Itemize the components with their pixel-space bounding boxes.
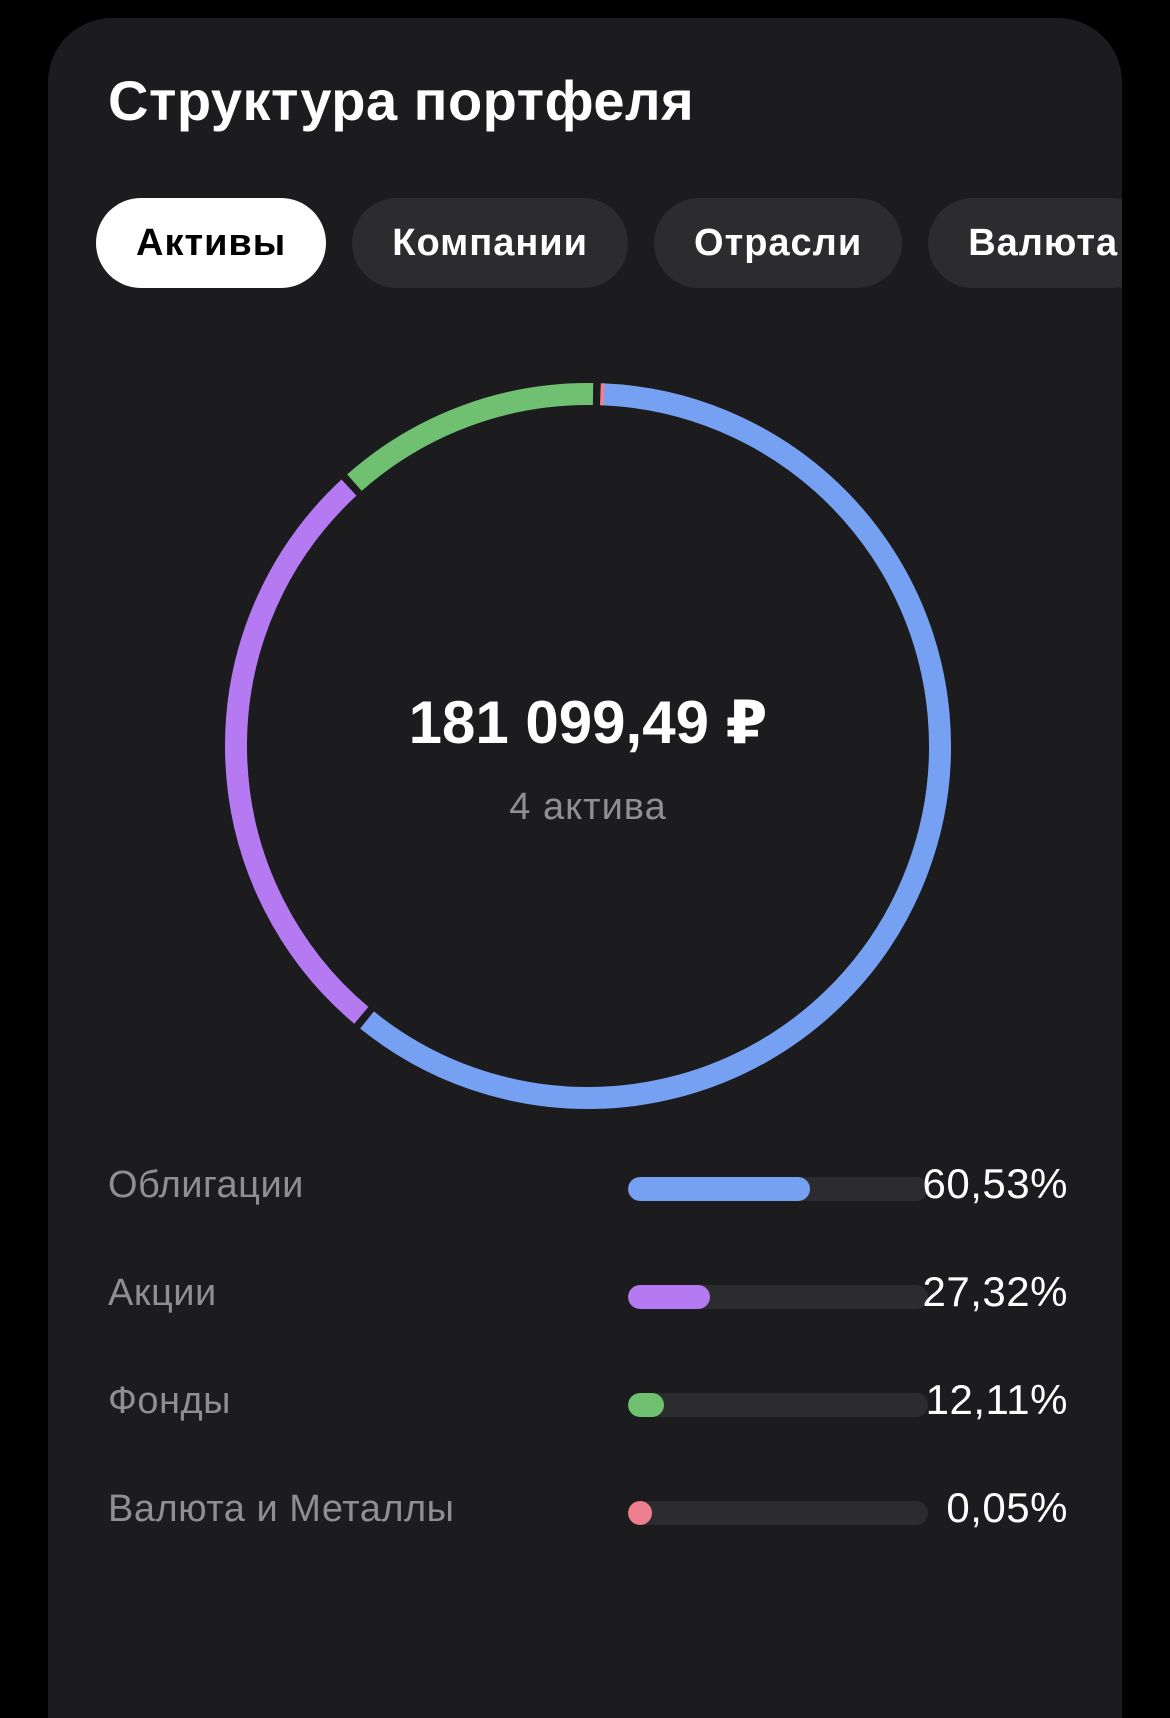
legend-bar-fill bbox=[628, 1393, 664, 1417]
donut-slice-funds[interactable] bbox=[354, 394, 593, 483]
legend-bar-track bbox=[628, 1177, 928, 1201]
tab-companies[interactable]: Компании bbox=[352, 198, 628, 288]
legend-bar-track bbox=[628, 1501, 928, 1525]
legend-row-funds[interactable]: Фонды 12,11% bbox=[108, 1374, 1068, 1434]
portfolio-total-value: 181 099,49 ₽ bbox=[214, 688, 962, 758]
page-title: Структура портфеля bbox=[108, 68, 694, 133]
legend-label: Фонды bbox=[108, 1380, 231, 1423]
tab-bar: Активы Компании Отрасли Валюта bbox=[96, 198, 1122, 288]
legend-bar-track bbox=[628, 1393, 928, 1417]
tab-currency[interactable]: Валюта bbox=[928, 198, 1122, 288]
legend-percent: 12,11% bbox=[926, 1376, 1068, 1424]
legend-bar-fill bbox=[628, 1177, 810, 1201]
portfolio-structure-card: Структура портфеля Активы Компании Отрас… bbox=[48, 18, 1122, 1718]
tab-assets[interactable]: Активы bbox=[96, 198, 326, 288]
legend-label: Облигации bbox=[108, 1164, 304, 1207]
tab-industries[interactable]: Отрасли bbox=[654, 198, 902, 288]
legend-label: Валюта и Металлы bbox=[108, 1488, 455, 1531]
legend-percent: 60,53% bbox=[923, 1160, 1068, 1208]
legend-bar-track bbox=[628, 1285, 928, 1309]
legend-percent: 0,05% bbox=[946, 1484, 1068, 1532]
legend-row-stocks[interactable]: Акции 27,32% bbox=[108, 1266, 1068, 1326]
legend-row-bonds[interactable]: Облигации 60,53% bbox=[108, 1158, 1068, 1218]
legend-bar-fill bbox=[628, 1501, 652, 1525]
legend-bar-fill bbox=[628, 1285, 710, 1309]
legend-percent: 27,32% bbox=[923, 1268, 1068, 1316]
legend-label: Акции bbox=[108, 1272, 217, 1315]
legend-row-currency-metals[interactable]: Валюта и Металлы 0,05% bbox=[108, 1482, 1068, 1542]
asset-count-label: 4 актива bbox=[214, 786, 962, 829]
